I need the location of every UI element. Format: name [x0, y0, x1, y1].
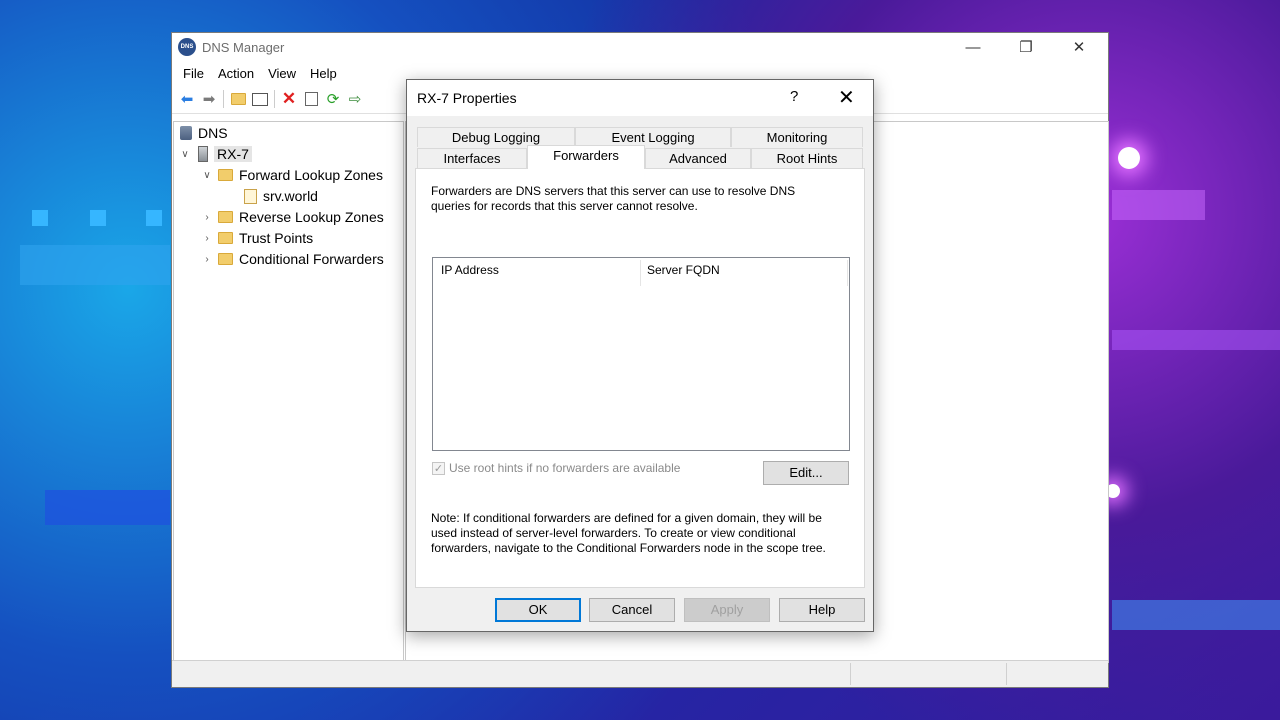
- folder-icon: [218, 211, 233, 223]
- close-button[interactable]: ✕: [1056, 33, 1102, 61]
- refresh-icon[interactable]: ⟳: [322, 88, 344, 110]
- tree-item-server[interactable]: ∨ RX-7: [178, 144, 252, 164]
- tree-item-dns[interactable]: DNS: [178, 123, 228, 143]
- menu-file[interactable]: File: [176, 66, 211, 81]
- tree-item-conditional-forwarders[interactable]: › Conditional Forwarders: [200, 249, 384, 269]
- scope-tree: DNS ∨ RX-7 ∨ Forward Lookup Zones srv.wo…: [173, 121, 404, 663]
- use-root-hints-checkbox: ✓: [432, 461, 445, 475]
- properties-dialog: RX-7 Properties ? ✕ Debug Logging Event …: [406, 79, 874, 632]
- tree-item-trust-points[interactable]: › Trust Points: [200, 228, 313, 248]
- properties-icon[interactable]: [300, 88, 322, 110]
- bg-glow: [1118, 147, 1140, 169]
- dialog-close-button[interactable]: ✕: [838, 85, 855, 110]
- tree-label: RX-7: [214, 146, 252, 162]
- server-icon: [198, 146, 208, 162]
- tree-label: Forward Lookup Zones: [239, 167, 383, 183]
- dialog-title: RX-7 Properties: [417, 90, 517, 106]
- bg-square: [146, 210, 162, 226]
- chevron-down-icon[interactable]: ∨: [200, 170, 214, 181]
- export-list-icon[interactable]: ⇨: [344, 88, 366, 110]
- menu-view[interactable]: View: [261, 66, 303, 81]
- toolbar-separator: [274, 90, 275, 108]
- dns-root-icon: [180, 126, 192, 140]
- menu-help[interactable]: Help: [303, 66, 344, 81]
- chevron-right-icon[interactable]: ›: [200, 254, 214, 265]
- tree-item-zone[interactable]: srv.world: [240, 186, 318, 206]
- forwarders-list[interactable]: IP Address Server FQDN: [432, 257, 850, 451]
- folder-icon: [218, 253, 233, 265]
- tab-advanced[interactable]: Advanced: [645, 148, 751, 168]
- bg-bar: [45, 490, 170, 525]
- bg-square: [90, 210, 106, 226]
- maximize-button[interactable]: ❐: [1003, 33, 1049, 61]
- column-header-server-fqdn[interactable]: Server FQDN: [647, 263, 720, 277]
- zone-icon: [244, 188, 257, 204]
- cancel-button[interactable]: Cancel: [589, 598, 675, 622]
- bg-bar: [20, 245, 170, 285]
- bg-bar: [1112, 190, 1205, 220]
- toolbar-separator: [223, 90, 224, 108]
- bg-bar: [1112, 330, 1280, 350]
- menu-action[interactable]: Action: [211, 66, 261, 81]
- use-root-hints-label: Use root hints if no forwarders are avai…: [449, 461, 681, 475]
- delete-icon[interactable]: ✕: [278, 88, 300, 110]
- tab-debug-logging[interactable]: Debug Logging: [417, 127, 575, 147]
- tab-event-logging[interactable]: Event Logging: [575, 127, 731, 147]
- chevron-right-icon[interactable]: ›: [200, 212, 214, 223]
- status-divider: [1006, 663, 1007, 685]
- bg-square: [32, 210, 48, 226]
- apply-button: Apply: [684, 598, 770, 622]
- tree-label: Reverse Lookup Zones: [239, 209, 384, 225]
- folder-icon: [218, 169, 233, 181]
- column-header-ip-address[interactable]: IP Address: [441, 263, 499, 277]
- chevron-right-icon[interactable]: ›: [200, 233, 214, 244]
- dialog-title-bar: RX-7 Properties ? ✕: [407, 80, 873, 116]
- folder-icon: [218, 232, 233, 244]
- window-title: DNS Manager: [202, 39, 285, 55]
- forward-icon[interactable]: ➡: [198, 88, 220, 110]
- help-button[interactable]: Help: [779, 598, 865, 622]
- conditional-forwarders-note: Note: If conditional forwarders are defi…: [431, 511, 826, 555]
- tab-forwarders[interactable]: Forwarders: [527, 145, 645, 169]
- tree-label: Conditional Forwarders: [239, 251, 384, 267]
- edit-button[interactable]: Edit...: [763, 461, 849, 485]
- tab-monitoring[interactable]: Monitoring: [731, 127, 863, 147]
- tab-interfaces[interactable]: Interfaces: [417, 148, 527, 168]
- tab-root-hints[interactable]: Root Hints: [751, 148, 863, 168]
- minimize-button[interactable]: —: [950, 33, 996, 61]
- status-bar: [172, 660, 1108, 687]
- bg-bar: [1112, 600, 1280, 630]
- tree-label: Trust Points: [239, 230, 314, 246]
- tree-item-reverse-lookup-zones[interactable]: › Reverse Lookup Zones: [200, 207, 384, 227]
- back-icon[interactable]: ⬅: [176, 88, 198, 110]
- chevron-down-icon[interactable]: ∨: [178, 149, 192, 160]
- show-hide-tree-icon[interactable]: [249, 88, 271, 110]
- column-divider[interactable]: [640, 260, 641, 286]
- up-folder-icon[interactable]: [227, 88, 249, 110]
- tree-label: DNS: [198, 125, 228, 141]
- dialog-help-button[interactable]: ?: [790, 88, 798, 105]
- forwarders-description: Forwarders are DNS servers that this ser…: [431, 184, 796, 213]
- dns-app-icon: DNS: [178, 38, 196, 56]
- ok-button[interactable]: OK: [495, 598, 581, 622]
- forwarders-tab-page: Forwarders are DNS servers that this ser…: [415, 168, 865, 588]
- status-divider: [850, 663, 851, 685]
- column-divider[interactable]: [847, 260, 848, 286]
- tree-item-forward-lookup-zones[interactable]: ∨ Forward Lookup Zones: [200, 165, 383, 185]
- use-root-hints-option: ✓ Use root hints if no forwarders are av…: [432, 461, 680, 475]
- tree-label: srv.world: [263, 188, 318, 204]
